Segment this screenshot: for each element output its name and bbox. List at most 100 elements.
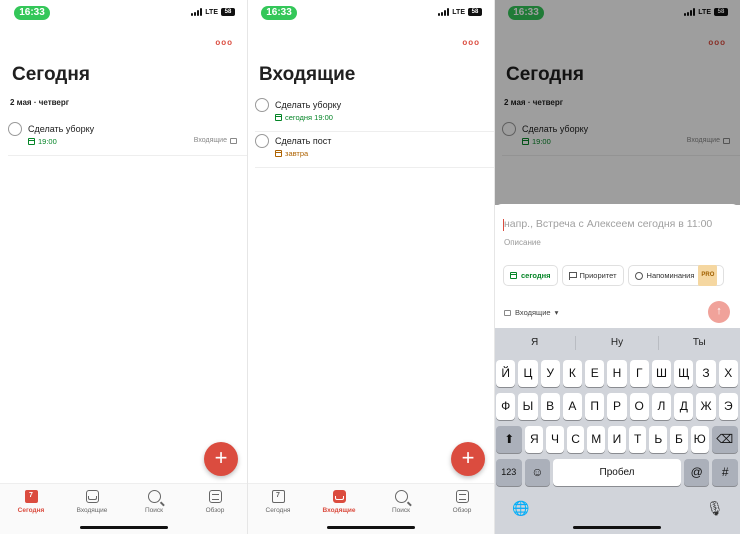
- task-checkbox[interactable]: [255, 134, 269, 148]
- priority-chip[interactable]: Приоритет: [561, 265, 624, 286]
- project-selector[interactable]: Входящие ▾: [504, 308, 558, 317]
- status-time: 16:33: [14, 6, 50, 20]
- key[interactable]: Ф: [496, 393, 516, 420]
- more-options-icon[interactable]: ооо: [215, 38, 233, 47]
- calendar-icon: [510, 272, 517, 279]
- browse-icon: [208, 490, 222, 503]
- tab-inbox[interactable]: Входящие: [314, 490, 364, 514]
- key[interactable]: М: [587, 426, 606, 453]
- date-header: 2 мая · четверг: [10, 98, 70, 107]
- tab-today[interactable]: 7 Сегодня: [6, 490, 56, 514]
- key[interactable]: П: [585, 393, 605, 420]
- key[interactable]: Ш: [651, 360, 672, 387]
- date-chip[interactable]: сегодня: [503, 265, 558, 286]
- key[interactable]: Ж: [696, 393, 716, 420]
- hash-key[interactable]: #: [712, 459, 739, 486]
- inbox-screen: 16:33 LTE 58 ооо Входящие Сделать уборку …: [247, 0, 494, 534]
- key[interactable]: Ю: [690, 426, 709, 453]
- suggestion-3[interactable]: Ты: [659, 332, 740, 354]
- at-key[interactable]: @: [683, 459, 710, 486]
- reminders-chip[interactable]: Напоминания PRO: [627, 265, 725, 286]
- key[interactable]: Е: [585, 360, 605, 387]
- key[interactable]: Т: [628, 426, 647, 453]
- tab-search[interactable]: Поиск: [129, 490, 179, 514]
- key[interactable]: Б: [670, 426, 688, 453]
- description-input[interactable]: Описание: [504, 238, 541, 247]
- task-name-input[interactable]: напр., Встреча с Алексеем сегодня в 11:0…: [504, 218, 712, 230]
- quick-add-screen: 16:33 LTE 58 ооо Сегодня 2 мая · четверг …: [494, 0, 740, 534]
- key[interactable]: Ц: [518, 360, 538, 387]
- send-button[interactable]: ↑: [708, 301, 730, 323]
- alarm-icon: [634, 271, 643, 280]
- key-row-1: ЙЦУКЕНГШЩЗХ: [496, 360, 738, 387]
- today-icon: 7: [271, 490, 285, 503]
- network-label: LTE: [452, 8, 465, 16]
- shift-key[interactable]: ⬆: [496, 426, 523, 453]
- task-checkbox[interactable]: [8, 122, 22, 136]
- key[interactable]: Я: [525, 426, 544, 453]
- task-checkbox[interactable]: [255, 98, 269, 112]
- key[interactable]: Р: [607, 393, 627, 420]
- inbox-icon: [504, 309, 511, 316]
- tab-browse[interactable]: Обзор: [437, 490, 487, 514]
- quick-add-chips: сегодня Приоритет Напоминания PRO: [503, 265, 725, 286]
- dim-overlay[interactable]: [494, 0, 740, 205]
- add-task-button[interactable]: +: [204, 442, 238, 476]
- numbers-key[interactable]: 123: [496, 459, 522, 486]
- key[interactable]: Ч: [546, 426, 564, 453]
- key[interactable]: Х: [718, 360, 738, 387]
- tab-today[interactable]: 7 Сегодня: [253, 490, 303, 514]
- key[interactable]: С: [566, 426, 585, 453]
- calendar-icon: [28, 138, 35, 145]
- pro-badge: PRO: [698, 265, 718, 286]
- tab-inbox[interactable]: Входящие: [67, 490, 117, 514]
- divider: [494, 0, 495, 534]
- tab-search[interactable]: Поиск: [376, 490, 426, 514]
- app-screenshots: 16:33 LTE 58 ооо Сегодня 2 мая · четверг …: [0, 0, 740, 534]
- key[interactable]: Д: [674, 393, 694, 420]
- space-key[interactable]: Пробел: [553, 459, 681, 486]
- key[interactable]: Л: [651, 393, 672, 420]
- task-due: 19:00: [38, 137, 57, 146]
- page-title: Входящие: [259, 64, 356, 85]
- today-screen: 16:33 LTE 58 ооо Сегодня 2 мая · четверг …: [0, 0, 247, 534]
- flag-icon: [568, 271, 577, 280]
- task-name: Сделать пост: [275, 136, 332, 146]
- battery-icon: 58: [221, 8, 235, 16]
- suggestion-bar: Я Ну Ты: [494, 332, 740, 354]
- key[interactable]: О: [629, 393, 649, 420]
- key[interactable]: Э: [718, 393, 738, 420]
- task-due: сегодня 19:00: [285, 113, 333, 122]
- add-task-button[interactable]: +: [451, 442, 485, 476]
- signal-icon: [438, 8, 450, 16]
- suggestion-1[interactable]: Я: [494, 332, 575, 354]
- more-options-icon[interactable]: ооо: [462, 38, 480, 47]
- today-icon: 7: [24, 490, 38, 503]
- tab-browse[interactable]: Обзор: [190, 490, 240, 514]
- key[interactable]: Й: [496, 360, 516, 387]
- emoji-key[interactable]: ☺: [524, 459, 551, 486]
- backspace-key[interactable]: ⌫: [711, 426, 739, 453]
- calendar-icon: [275, 114, 282, 121]
- key[interactable]: И: [608, 426, 626, 453]
- microphone-icon[interactable]: 🎙: [706, 500, 724, 517]
- key[interactable]: А: [562, 393, 583, 420]
- key[interactable]: Ы: [518, 393, 538, 420]
- key[interactable]: Ь: [649, 426, 668, 453]
- key[interactable]: Г: [629, 360, 649, 387]
- page-title: Сегодня: [12, 64, 90, 85]
- key[interactable]: К: [562, 360, 583, 387]
- home-indicator: [326, 526, 415, 529]
- task-item[interactable]: Сделать уборку сегодня 19:00: [255, 96, 494, 132]
- key[interactable]: Н: [607, 360, 627, 387]
- inbox-icon: [332, 490, 346, 503]
- key[interactable]: В: [540, 393, 560, 420]
- key[interactable]: У: [540, 360, 560, 387]
- task-item[interactable]: Сделать уборку 19:00 Входящие: [8, 120, 247, 156]
- key[interactable]: Щ: [674, 360, 694, 387]
- task-item[interactable]: Сделать пост завтра: [255, 132, 494, 168]
- globe-icon[interactable]: 🌐: [512, 500, 529, 517]
- status-bar: 16:33 LTE 58: [247, 6, 494, 20]
- key[interactable]: З: [696, 360, 716, 387]
- suggestion-2[interactable]: Ну: [576, 332, 657, 354]
